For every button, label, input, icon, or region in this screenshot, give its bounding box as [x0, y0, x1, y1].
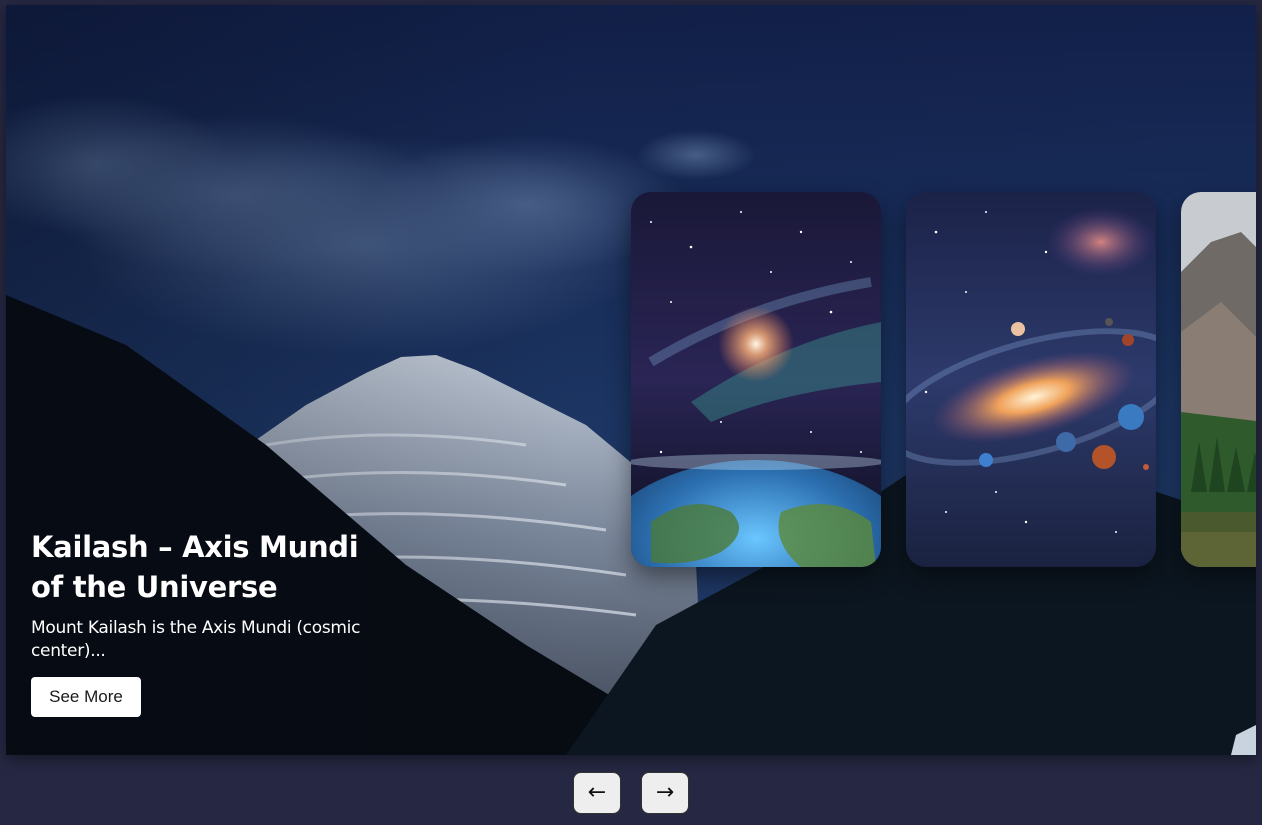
hero-title: Kailash – Axis Mundi of the Universe	[31, 530, 359, 604]
galaxy-image	[906, 192, 1156, 567]
carousel: Kailash – Axis Mundi of the Universe Mou…	[6, 5, 1256, 755]
arrow-left-icon: ←	[587, 780, 607, 805]
hero-description: Mount Kailash is the Axis Mundi (cosmic …	[31, 618, 361, 661]
arrow-right-icon: →	[655, 780, 675, 805]
prev-button[interactable]: ←	[573, 772, 621, 814]
next-button[interactable]: →	[641, 772, 689, 814]
thumbnail-card-mountain-lake[interactable]	[1181, 192, 1256, 567]
hero-content: Kailash – Axis Mundi of the Universe Mou…	[31, 527, 381, 717]
see-more-button[interactable]: See More	[31, 677, 141, 717]
thumbnail-card-cosmos-earth[interactable]	[631, 192, 881, 567]
thumbnail-card-galaxy[interactable]	[906, 192, 1156, 567]
mountain-lake-image	[1181, 192, 1256, 567]
cosmos-earth-image	[631, 192, 881, 567]
